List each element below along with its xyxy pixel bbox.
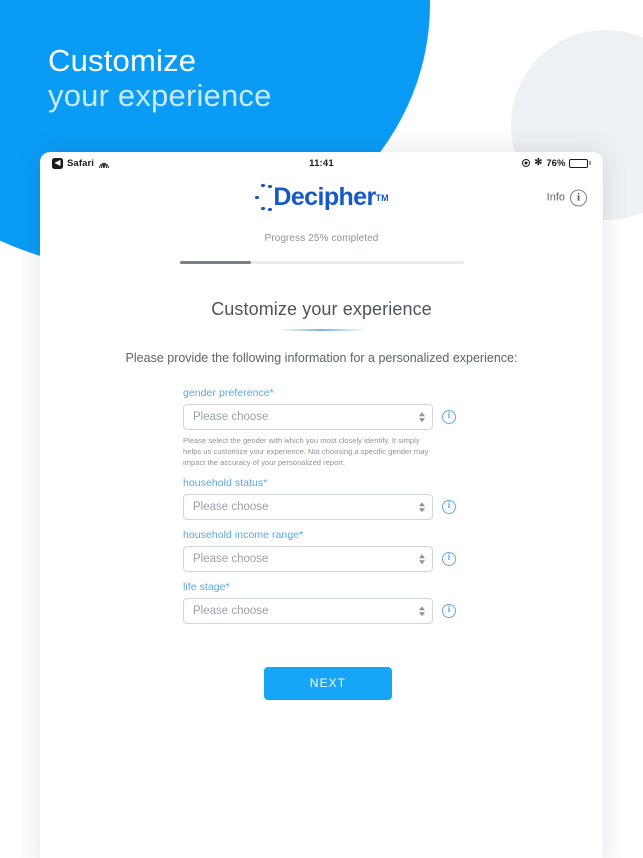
- battery-icon: [569, 158, 591, 168]
- field-row: Please choose i: [183, 404, 473, 430]
- status-bar-clock: 11:41: [309, 157, 334, 169]
- customize-form: gender preference* Please choose i Pleas…: [183, 387, 473, 700]
- location-services-icon: [522, 159, 531, 167]
- select-placeholder: Please choose: [193, 605, 269, 617]
- field-label: household status*: [183, 477, 268, 489]
- logo-trademark: TM: [375, 192, 389, 203]
- battery-percent-label: 76%: [546, 157, 566, 169]
- field-gender-preference: gender preference* Please choose i Pleas…: [183, 387, 473, 468]
- chevron-left-icon[interactable]: ◀: [52, 157, 63, 169]
- status-bar-back-label[interactable]: Safari: [67, 158, 94, 169]
- page-subtitle: Please provide the following information…: [125, 351, 518, 365]
- logo-wordmark: Decipher: [273, 183, 376, 211]
- page-title: Customize your experience: [211, 299, 432, 319]
- field-label: gender preference*: [183, 387, 274, 399]
- info-icon: i: [570, 189, 587, 206]
- select-placeholder: Please choose: [193, 411, 269, 423]
- life-stage-select[interactable]: Please choose: [183, 598, 433, 624]
- select-placeholder: Please choose: [193, 553, 269, 565]
- field-info-icon[interactable]: i: [442, 552, 456, 566]
- select-placeholder: Please choose: [193, 501, 269, 513]
- field-info-icon[interactable]: i: [442, 500, 456, 514]
- info-button[interactable]: Info i: [547, 189, 587, 206]
- field-label: household income range*: [183, 529, 304, 541]
- household-status-select[interactable]: Please choose: [183, 494, 433, 520]
- field-row: Please choose i: [183, 494, 473, 520]
- gender-preference-select[interactable]: Please choose: [183, 404, 433, 430]
- ios-status-bar: ◀ Safari 11:41 ✻ 76%: [40, 152, 603, 174]
- hero-heading-line-2: your experience: [48, 77, 272, 113]
- field-household-status: household status* Please choose i: [183, 477, 473, 520]
- field-life-stage: life stage* Please choose i: [183, 581, 473, 624]
- stepper-arrows-icon[interactable]: [419, 412, 425, 422]
- hero-heading-line-1: Customize: [48, 43, 197, 78]
- field-row: Please choose i: [183, 598, 473, 624]
- field-household-income-range: household income range* Please choose i: [183, 529, 473, 572]
- status-bar-right: ✻ 76%: [522, 158, 591, 169]
- logo-dots-icon: [254, 183, 274, 213]
- progress-label: Progress 25% completed: [264, 233, 379, 244]
- stepper-arrows-icon[interactable]: [419, 502, 425, 512]
- wifi-icon: [98, 159, 109, 168]
- field-info-icon[interactable]: i: [442, 410, 456, 424]
- household-income-range-select[interactable]: Please choose: [183, 546, 433, 572]
- device-frame: ◀ Safari 11:41 ✻ 76% Decipher TM Info i …: [40, 152, 603, 858]
- progress-section: Progress 25% completed: [40, 221, 603, 264]
- title-divider: [277, 329, 366, 331]
- bluetooth-icon: ✻: [534, 157, 543, 169]
- next-button[interactable]: NEXT: [264, 667, 392, 700]
- field-info-icon[interactable]: i: [442, 604, 456, 618]
- info-button-label: Info: [546, 191, 565, 204]
- status-bar-left: ◀ Safari: [52, 157, 109, 169]
- progress-bar-fill: [179, 261, 251, 264]
- app-screenshot: Customize your experience ◀ Safari 11:41…: [0, 0, 643, 858]
- app-header: Decipher TM Info i: [40, 174, 603, 221]
- stepper-arrows-icon[interactable]: [419, 554, 425, 564]
- hero-heading: Customize your experience: [48, 43, 272, 113]
- stepper-arrows-icon[interactable]: [419, 606, 425, 616]
- field-help-text: Please select the gender with which you …: [183, 436, 429, 467]
- decipher-logo[interactable]: Decipher TM: [254, 183, 389, 213]
- field-row: Please choose i: [183, 546, 473, 572]
- field-label: life stage*: [183, 581, 230, 593]
- form-actions: NEXT: [183, 667, 473, 700]
- progress-bar: [179, 261, 464, 264]
